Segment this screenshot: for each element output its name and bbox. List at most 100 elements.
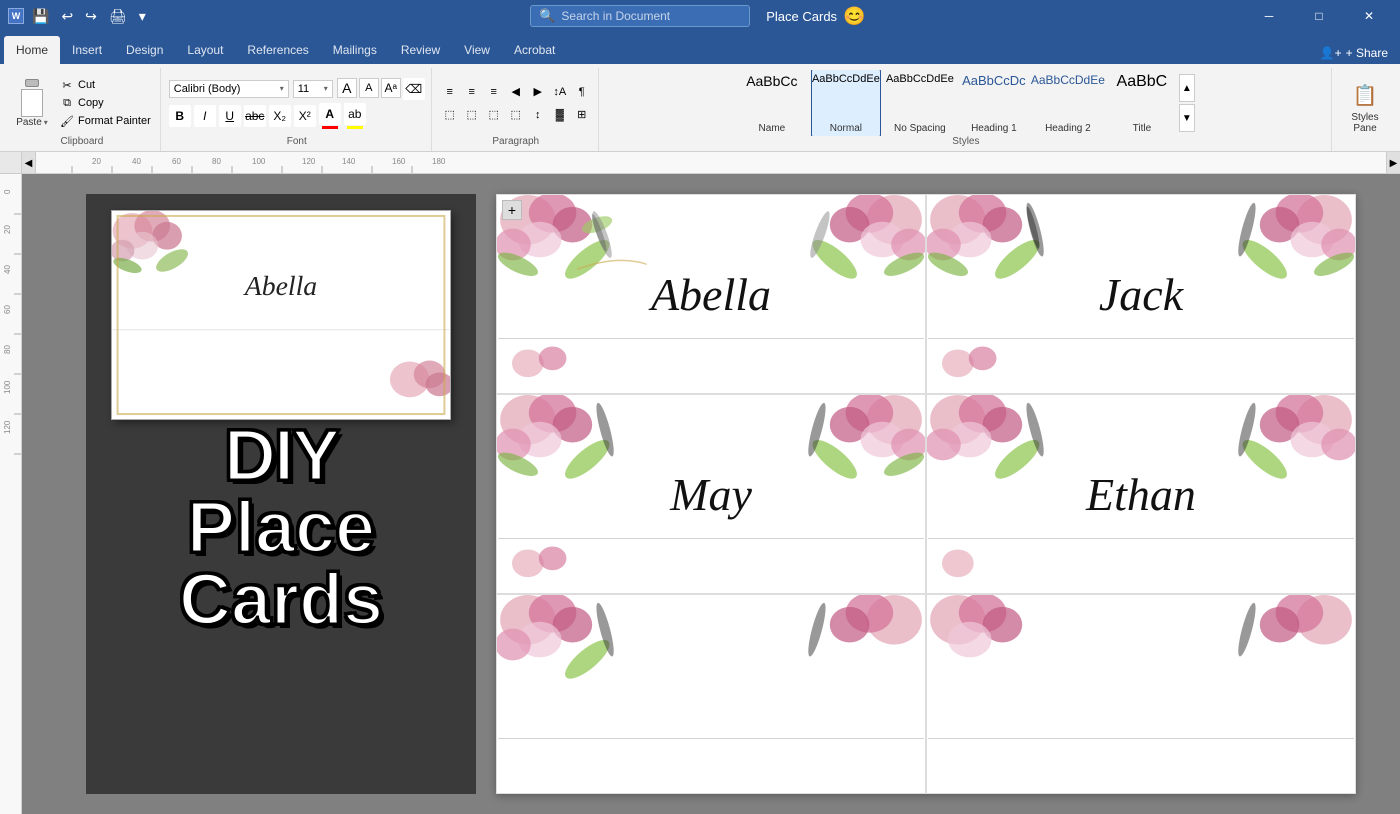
place-card-may: May [496, 394, 926, 594]
styles-pane-group: 📋 Styles Pane [1334, 68, 1396, 151]
style-title-preview: AaBbC [1117, 74, 1168, 90]
style-name[interactable]: AaBbCc Name [737, 70, 807, 136]
ruler-corner [0, 152, 22, 174]
card-bot-left-floral [497, 595, 925, 793]
tab-home[interactable]: Home [4, 36, 60, 64]
thumbnail-svg: Abella [112, 211, 450, 419]
diy-line2: Place Cards [96, 492, 466, 636]
subscript-button[interactable]: X₂ [269, 105, 291, 127]
tab-review[interactable]: Review [389, 36, 452, 64]
styles-scroll-down[interactable]: ▼ [1179, 104, 1195, 132]
style-title[interactable]: AaBbC Title [1107, 70, 1177, 136]
format-painter-button[interactable]: 🖌 Format Painter [56, 113, 154, 129]
save-quick-btn[interactable]: 💾 [28, 6, 53, 27]
decrease-font-size-btn[interactable]: A [359, 78, 379, 98]
show-hide-button[interactable]: ¶ [572, 82, 592, 102]
user-profile-icon[interactable]: 😊 [843, 6, 865, 27]
close-btn[interactable]: ✕ [1346, 0, 1392, 32]
paragraph-content: ≡ ≡ ≡ ◀ ▶ ↕A ¶ ⬚ ⬚ ⬚ ⬚ ↕ ▓ ⊞ [440, 70, 592, 136]
bold-button[interactable]: B [169, 105, 191, 127]
horizontal-ruler-container: 0 20 40 60 80 100 120 140 160 180 [0, 152, 1400, 174]
svg-text:40: 40 [132, 157, 141, 166]
increase-indent-button[interactable]: ▶ [528, 82, 548, 102]
svg-text:20: 20 [3, 225, 12, 234]
font-size-buttons: A A Aᵃ ⌫ [337, 78, 425, 100]
svg-text:80: 80 [212, 157, 221, 166]
tab-insert[interactable]: Insert [60, 36, 114, 64]
align-center-button[interactable]: ⬚ [462, 105, 482, 125]
paragraph-group-label: Paragraph [492, 136, 539, 149]
print-quick-btn[interactable]: 🖨 [105, 6, 131, 27]
borders-button[interactable]: ⊞ [572, 105, 592, 125]
cut-icon: ✂ [59, 78, 75, 92]
paste-button[interactable]: Paste ▾ [10, 77, 54, 130]
sort-button[interactable]: ↕A [550, 82, 570, 102]
tab-mailings[interactable]: Mailings [321, 36, 389, 64]
style-normal-label: Normal [830, 123, 862, 134]
svg-text:Abella: Abella [243, 270, 317, 301]
style-normal-preview: AaBbCcDdEe [812, 74, 880, 85]
tab-design[interactable]: Design [114, 36, 175, 64]
diy-overlay: DIY Place Cards [96, 420, 466, 636]
decrease-indent-button[interactable]: ◀ [506, 82, 526, 102]
numbering-button[interactable]: ≡ [462, 82, 482, 102]
style-normal[interactable]: AaBbCcDdEe Normal [811, 70, 881, 136]
copy-button[interactable]: ⧉ Copy [56, 95, 154, 111]
style-heading2[interactable]: AaBbCcDdEe Heading 2 [1033, 70, 1103, 136]
style-no-spacing[interactable]: AaBbCcDdEe No Spacing [885, 70, 955, 136]
increase-font-size-btn[interactable]: A [337, 78, 357, 98]
font-family-selector[interactable]: Calibri (Body) ▾ [169, 80, 289, 98]
line-spacing-button[interactable]: ↕ [528, 105, 548, 125]
styles-scroll-up[interactable]: ▲ [1179, 74, 1195, 102]
bullets-button[interactable]: ≡ [440, 82, 460, 102]
canvas-scroll[interactable]: Abella DIY Place Cards + [22, 174, 1400, 814]
change-case-btn[interactable]: Aᵃ [381, 78, 401, 98]
multilevel-list-button[interactable]: ≡ [484, 82, 504, 102]
clear-formatting-btn[interactable]: ⌫ [403, 78, 425, 100]
svg-text:40: 40 [3, 265, 12, 274]
document-page: + [496, 194, 1356, 794]
add-content-button[interactable]: + [502, 200, 522, 220]
ruler-arrow-right[interactable]: ▶ [1386, 152, 1400, 174]
highlight-button[interactable]: ab [344, 103, 366, 125]
redo-btn[interactable]: ↪ [81, 6, 101, 27]
card-bot-right-floral [927, 595, 1355, 793]
align-left-button[interactable]: ⬚ [440, 105, 460, 125]
svg-text:180: 180 [432, 157, 446, 166]
align-right-button[interactable]: ⬚ [484, 105, 504, 125]
cut-button[interactable]: ✂ Cut [56, 77, 154, 93]
maximize-btn[interactable]: □ [1296, 0, 1342, 32]
italic-button[interactable]: I [194, 105, 216, 127]
svg-text:160: 160 [392, 157, 406, 166]
style-heading1-label: Heading 1 [971, 123, 1017, 134]
tab-layout[interactable]: Layout [175, 36, 235, 64]
font-size-selector[interactable]: 11 ▾ [293, 80, 333, 98]
strikethrough-button[interactable]: abc [244, 105, 266, 127]
search-bar[interactable]: 🔍 [530, 5, 750, 27]
quick-access: W 💾 ↩ ↪ 🖨 ▾ [8, 6, 150, 27]
ruler-arrow-left[interactable]: ◀ [22, 152, 36, 174]
tab-view[interactable]: View [452, 36, 502, 64]
share-button[interactable]: 👤+ + Share [1308, 42, 1400, 64]
undo-btn[interactable]: ↩ [57, 6, 77, 27]
format-painter-icon: 🖌 [59, 114, 75, 128]
justify-button[interactable]: ⬚ [506, 105, 526, 125]
tab-acrobat[interactable]: Acrobat [502, 36, 567, 64]
word-icon: W [8, 8, 24, 24]
svg-text:140: 140 [342, 157, 356, 166]
style-heading1[interactable]: AaBbCcDc Heading 1 [959, 70, 1029, 136]
minimize-btn[interactable]: ─ [1246, 0, 1292, 32]
place-card-bot-right [926, 594, 1356, 794]
shading-button[interactable]: ▓ [550, 105, 570, 125]
underline-button[interactable]: U [219, 105, 241, 127]
search-input[interactable] [561, 9, 731, 23]
superscript-button[interactable]: X² [294, 105, 316, 127]
more-quick-btn[interactable]: ▾ [135, 6, 150, 27]
title-bar: W 💾 ↩ ↪ 🖨 ▾ 🔍 Place Cards 😊 ─ □ ✕ [0, 0, 1400, 32]
style-heading1-preview: AaBbCcDc [962, 74, 1026, 87]
font-color-button[interactable]: A [319, 103, 341, 125]
styles-pane-button[interactable]: 📋 Styles Pane [1340, 78, 1390, 139]
tab-references[interactable]: References [235, 36, 320, 64]
title-bar-center: 🔍 Place Cards 😊 [530, 5, 865, 27]
font-group: Calibri (Body) ▾ 11 ▾ A A Aᵃ ⌫ B [163, 68, 432, 151]
